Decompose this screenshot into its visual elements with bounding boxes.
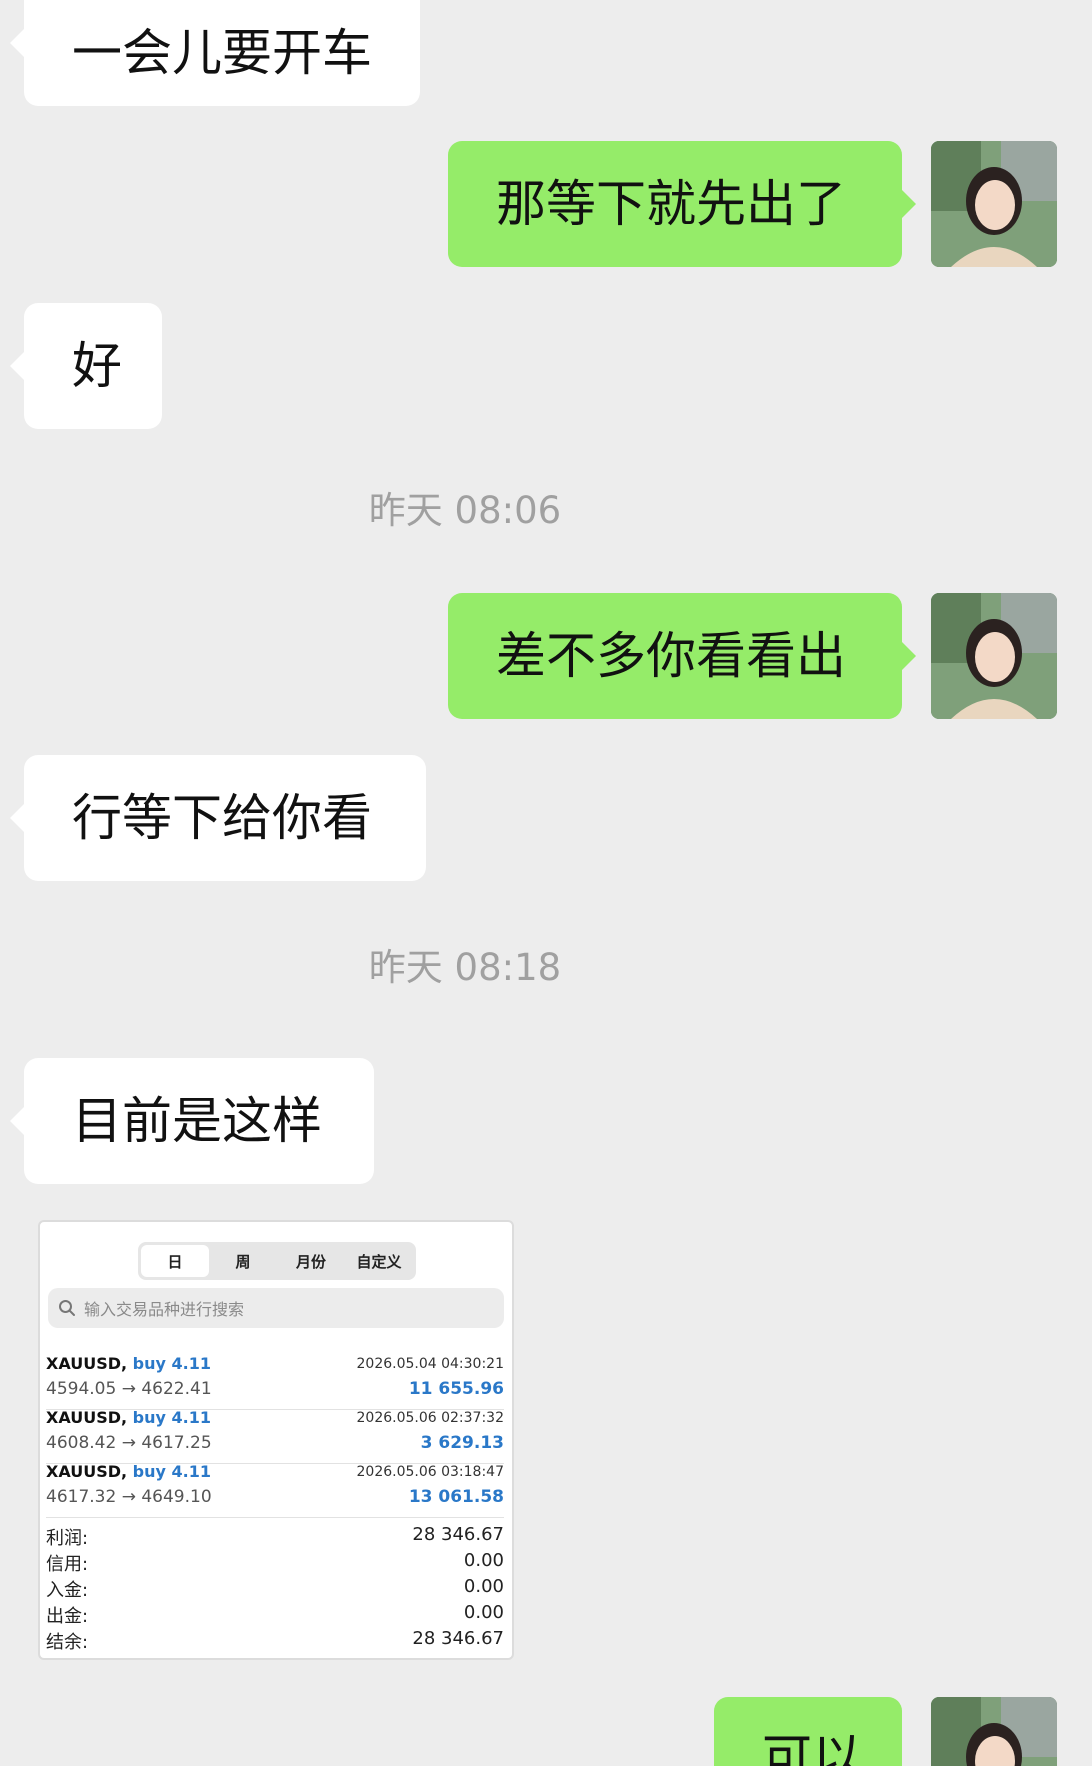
timestamp: 昨天 08:06 — [0, 480, 930, 534]
divider — [46, 1517, 504, 1518]
summary-label: 信用: — [46, 1554, 89, 1575]
symbol-text: XAUUSD, — [46, 1408, 128, 1427]
timestamp-text: 昨天 08:18 — [368, 946, 562, 989]
deal-row[interactable]: XAUUSD, buy 4.11 2026.05.06 02:37:32 460… — [46, 1408, 505, 1464]
message-text: 好 — [72, 337, 122, 395]
avatar-image — [931, 1697, 1057, 1766]
message-text: 目前是这样 — [72, 1092, 322, 1150]
tab-month[interactable]: 月份 — [277, 1245, 345, 1277]
tab-day[interactable]: 日 — [141, 1245, 209, 1277]
message-bubble-incoming[interactable]: 行等下给你看 — [10, 755, 426, 881]
search-placeholder: 输入交易品种进行搜索 — [84, 1300, 245, 1319]
summary-value: 28 346.67 — [412, 1628, 504, 1649]
message-bubble-outgoing[interactable]: 那等下就先出了 — [448, 141, 916, 267]
summary-label: 结余: — [46, 1632, 89, 1653]
message-bubble-incoming[interactable]: 目前是这样 — [10, 1058, 374, 1184]
timestamp: 昨天 08:18 — [0, 937, 930, 991]
deal-time: 2026.05.04 04:30:21 — [356, 1356, 505, 1372]
summary-value: 28 346.67 — [412, 1524, 504, 1545]
image-message[interactable]: 日 周 月份 自定义 输入交易品种进行搜索 XAUUSD, buy 4.11 2… — [38, 1220, 514, 1660]
message-bubble-incoming[interactable]: 好 — [10, 303, 162, 429]
avatar[interactable] — [931, 1697, 1057, 1766]
deal-symbol: XAUUSD, buy 4.11 — [46, 1354, 211, 1373]
tab-custom[interactable]: 自定义 — [345, 1245, 413, 1277]
message-text: 一会儿要开车 — [72, 24, 372, 82]
deal-profit: 13 061.58 — [408, 1487, 504, 1507]
summary-label: 入金: — [46, 1580, 89, 1601]
message-bubble-outgoing[interactable]: 差不多你看看出 — [448, 593, 916, 719]
deal-row[interactable]: XAUUSD, buy 4.11 2026.05.06 03:18:47 461… — [46, 1462, 505, 1518]
summary-label: 出金: — [46, 1606, 89, 1627]
deal-symbol: XAUUSD, buy 4.11 — [46, 1462, 211, 1481]
summary-withdrawal: 出金: 0.00 — [46, 1602, 504, 1628]
tab-week[interactable]: 周 — [209, 1245, 277, 1277]
summary-label: 利润: — [46, 1528, 89, 1549]
deal-time: 2026.05.06 02:37:32 — [356, 1410, 505, 1426]
message-text: 差不多你看看出 — [496, 627, 846, 685]
avatar[interactable] — [931, 141, 1057, 267]
message-text: 那等下就先出了 — [496, 175, 846, 233]
deal-profit: 11 655.96 — [408, 1379, 504, 1399]
message-bubble-outgoing[interactable]: 可以 — [714, 1697, 902, 1766]
message-text: 可以 — [762, 1729, 862, 1766]
summary-value: 0.00 — [463, 1550, 504, 1571]
summary-balance: 结余: 28 346.67 — [46, 1628, 504, 1654]
deal-symbol: XAUUSD, buy 4.11 — [46, 1408, 211, 1427]
side-text: buy 4.11 — [132, 1462, 211, 1481]
avatar[interactable] — [931, 593, 1057, 719]
message-bubble-incoming[interactable]: 一会儿要开车 — [10, 0, 420, 106]
symbol-text: XAUUSD, — [46, 1462, 128, 1481]
message-text: 行等下给你看 — [72, 789, 372, 847]
deal-time: 2026.05.06 03:18:47 — [356, 1464, 505, 1480]
summary-deposit: 入金: 0.00 — [46, 1576, 504, 1602]
search-icon — [59, 1300, 75, 1316]
summary-value: 0.00 — [463, 1602, 504, 1623]
deal-row[interactable]: XAUUSD, buy 4.11 2026.05.04 04:30:21 459… — [46, 1354, 505, 1410]
deal-price: 4594.05 → 4622.41 — [46, 1379, 212, 1399]
deal-price: 4617.32 → 4649.10 — [46, 1487, 212, 1507]
symbol-search-input[interactable]: 输入交易品种进行搜索 — [48, 1288, 504, 1328]
side-text: buy 4.11 — [132, 1354, 211, 1373]
deal-price: 4608.42 → 4617.25 — [46, 1433, 212, 1453]
side-text: buy 4.11 — [132, 1408, 211, 1427]
summary-profit: 利润: 28 346.67 — [46, 1524, 504, 1550]
deal-profit: 3 629.13 — [420, 1433, 504, 1453]
timestamp-text: 昨天 08:06 — [368, 489, 562, 532]
period-segmented-control: 日 周 月份 自定义 — [138, 1242, 416, 1280]
avatar-image — [931, 593, 1057, 719]
symbol-text: XAUUSD, — [46, 1354, 128, 1373]
summary-value: 0.00 — [463, 1576, 504, 1597]
summary-credit: 信用: 0.00 — [46, 1550, 504, 1576]
avatar-image — [931, 141, 1057, 267]
